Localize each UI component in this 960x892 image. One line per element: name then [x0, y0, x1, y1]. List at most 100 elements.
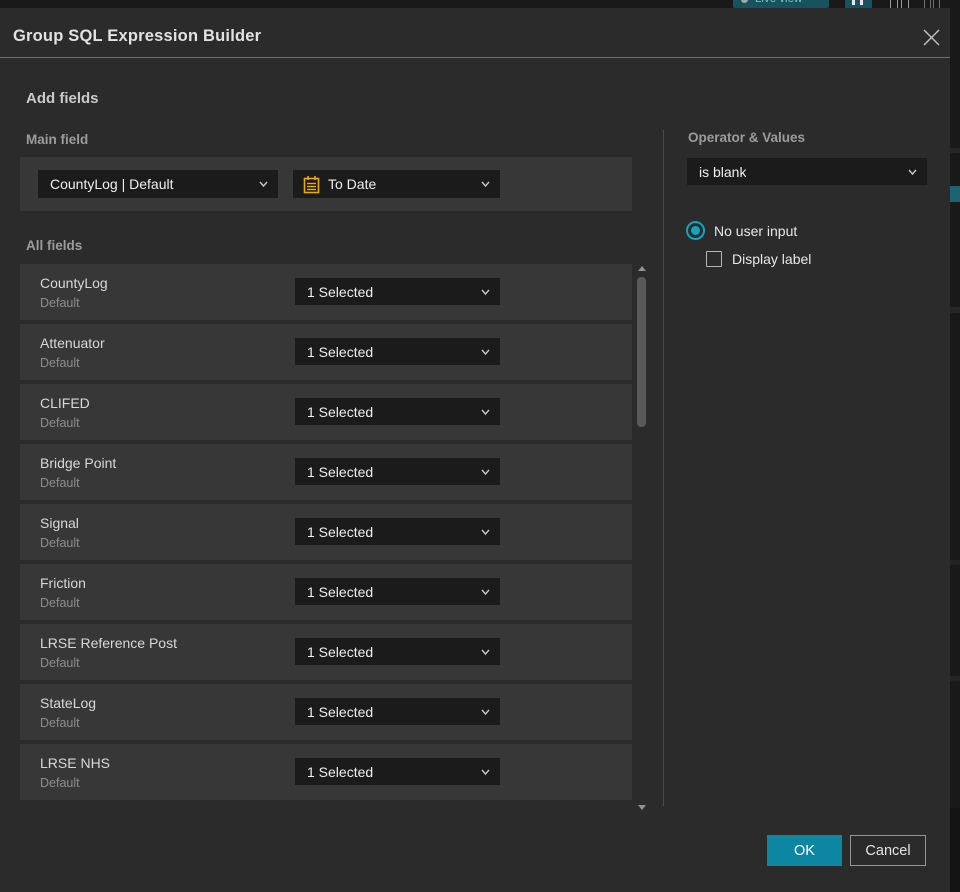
field-row: StateLog Default 1 Selected [20, 684, 632, 740]
background-mark [950, 676, 960, 681]
field-selection-select[interactable]: 1 Selected [295, 458, 500, 485]
live-view-status-dot [741, 0, 748, 3]
field-selection-select[interactable]: 1 Selected [295, 398, 500, 425]
chevron-down-icon [259, 181, 268, 188]
field-selection-select[interactable]: 1 Selected [295, 638, 500, 665]
group-sql-expression-builder-dialog: Group SQL Expression Builder Add fields … [0, 8, 950, 892]
panels-icon[interactable] [886, 0, 913, 8]
all-fields-list: CountyLog Default 1 Selected Attenuator … [20, 264, 632, 804]
field-sublabel: Default [40, 356, 80, 370]
columns-icon[interactable] [845, 0, 872, 8]
cancel-button[interactable]: Cancel [850, 835, 926, 866]
background-mark [950, 307, 960, 313]
field-name: Attenuator [40, 335, 105, 351]
field-name: CountyLog [40, 275, 108, 291]
field-name: Friction [40, 575, 86, 591]
bar-outline-icon [890, 0, 898, 8]
title-divider [0, 57, 950, 58]
chevron-down-icon [481, 529, 490, 535]
bar-icon [852, 0, 855, 5]
main-field-type-value: To Date [328, 176, 377, 192]
display-label-option[interactable]: Display label [706, 251, 811, 267]
field-name: CLIFED [40, 395, 90, 411]
no-user-input-option[interactable]: No user input [686, 221, 797, 240]
chevron-down-icon [481, 649, 490, 655]
field-name: LRSE NHS [40, 755, 111, 771]
scroll-down-arrow-icon[interactable] [638, 805, 646, 810]
field-row: CountyLog Default 1 Selected [20, 264, 632, 320]
background-mark [950, 560, 960, 565]
live-view-button[interactable]: Live view [733, 0, 829, 8]
field-selection-value: 1 Selected [307, 763, 374, 780]
background-mark [950, 808, 960, 892]
chevron-down-icon [481, 469, 490, 475]
close-button[interactable] [916, 22, 946, 52]
scroll-up-arrow-icon[interactable] [638, 266, 646, 271]
live-view-label: Live view [755, 0, 802, 8]
operator-select-value: is blank [699, 163, 747, 180]
field-row: LRSE NHS Default 1 Selected [20, 744, 632, 800]
chevron-down-icon [481, 769, 490, 775]
field-selection-value: 1 Selected [307, 703, 374, 720]
calendar-icon [303, 175, 320, 193]
chevron-down-icon [481, 289, 490, 295]
field-row: Signal Default 1 Selected [20, 504, 632, 560]
field-sublabel: Default [40, 476, 80, 490]
panel-divider [663, 130, 664, 806]
background-mark [950, 148, 960, 153]
bar-outline-icon [924, 0, 931, 8]
background-accent-patch [950, 186, 960, 202]
field-selection-value: 1 Selected [307, 403, 374, 420]
field-sublabel: Default [40, 536, 80, 550]
field-selection-value: 1 Selected [307, 343, 374, 360]
field-selection-select[interactable]: 1 Selected [295, 338, 500, 365]
field-selection-select[interactable]: 1 Selected [295, 278, 500, 305]
bar-outline-icon [901, 0, 909, 8]
field-selection-value: 1 Selected [307, 643, 374, 660]
chevron-down-icon [481, 589, 490, 595]
background-app-edge [950, 8, 960, 892]
chevron-down-icon [481, 409, 490, 415]
field-sublabel: Default [40, 776, 80, 790]
chevron-down-icon [908, 169, 917, 175]
field-name: StateLog [40, 695, 97, 711]
main-field-label: Main field [26, 132, 89, 147]
field-row: LRSE Reference Post Default 1 Selected [20, 624, 632, 680]
scrollbar-thumb[interactable] [637, 277, 646, 427]
background-app-strip: Live view [0, 0, 960, 8]
field-name: LRSE Reference Post [40, 635, 177, 651]
close-icon [923, 29, 939, 45]
field-name: Bridge Point [40, 455, 117, 471]
bar-outline-icon [933, 0, 940, 8]
main-field-box: CountyLog | Default To Date [20, 157, 632, 211]
chevron-down-icon [481, 181, 490, 188]
main-field-select-value: CountyLog | Default [50, 176, 174, 192]
field-selection-select[interactable]: 1 Selected [295, 698, 500, 725]
field-selection-select[interactable]: 1 Selected [295, 578, 500, 605]
list-scrollbar[interactable] [635, 262, 649, 814]
display-label-checkbox[interactable] [706, 251, 722, 267]
bar-icon [860, 0, 863, 5]
field-row: Attenuator Default 1 Selected [20, 324, 632, 380]
field-selection-select[interactable]: 1 Selected [295, 758, 500, 785]
chevron-down-icon [481, 709, 490, 715]
layout-icon[interactable] [922, 0, 942, 8]
no-user-input-radio[interactable] [686, 221, 705, 240]
chevron-down-icon [481, 349, 490, 355]
main-field-type-select[interactable]: To Date [293, 170, 500, 198]
field-name: Signal [40, 515, 79, 531]
field-selection-value: 1 Selected [307, 463, 374, 480]
field-selection-select[interactable]: 1 Selected [295, 518, 500, 545]
field-sublabel: Default [40, 656, 80, 670]
ok-button[interactable]: OK [767, 835, 842, 866]
field-sublabel: Default [40, 596, 80, 610]
field-selection-value: 1 Selected [307, 523, 374, 540]
all-fields-label: All fields [26, 238, 83, 253]
main-field-select[interactable]: CountyLog | Default [38, 170, 278, 198]
field-sublabel: Default [40, 296, 80, 310]
field-selection-value: 1 Selected [307, 283, 374, 300]
field-sublabel: Default [40, 716, 80, 730]
field-row: CLIFED Default 1 Selected [20, 384, 632, 440]
operator-select[interactable]: is blank [687, 158, 927, 185]
section-title: Add fields [26, 90, 99, 107]
